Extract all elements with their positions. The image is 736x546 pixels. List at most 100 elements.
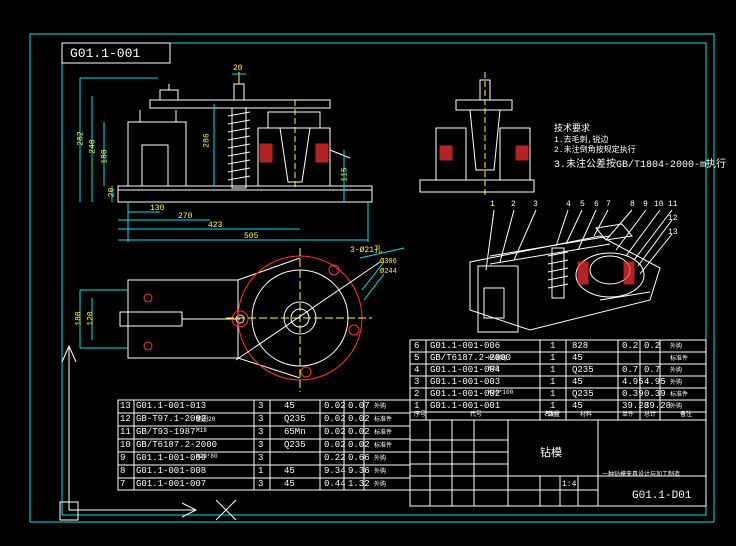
bom-left-row-5-remark: 外购 [374, 468, 387, 475]
bom-right-header-5: 单件 [622, 411, 635, 418]
balloon-10: 10 [654, 200, 664, 209]
bom-right-row-4-total: 0.39 [644, 389, 666, 399]
tech-req-item-2: 2.未注倒角按规定执行 [554, 146, 636, 155]
bom-right-row-4-material: Q235 [572, 389, 594, 399]
bom-right-row-4-name: M20*100 [488, 389, 514, 396]
bom-right-row-0-qty: 1 [550, 341, 556, 351]
bom-right-row-0-total: 0.2 [644, 341, 661, 351]
balloon-8: 8 [630, 200, 635, 209]
bom-left-row-6-material: 45 [284, 479, 295, 489]
bom-left-row-1-no: 12 [120, 414, 131, 424]
dim-423: 423 [208, 221, 223, 230]
dim-286: 286 [202, 133, 212, 148]
bom-right-row-1-no: 5 [414, 353, 420, 363]
dim-115: 115 [340, 167, 350, 182]
bom-right-row-4-no: 2 [414, 389, 420, 399]
bom-left-row-6-total: 1.32 [348, 479, 370, 489]
bom-left-row-1-name: 垫圈20 [196, 416, 216, 423]
bom-left-row-0-no: 13 [120, 401, 131, 411]
balloon-2: 2 [511, 200, 516, 209]
title-block-name: 钻模 [540, 448, 562, 460]
bom-left-row-1-remark: 标准件 [374, 416, 393, 423]
bom-right-row-0-unit: 0.2 [622, 341, 639, 351]
balloon-1: 1 [490, 200, 495, 209]
bom-right-header-0: 序号 [414, 411, 427, 418]
cad-drawing-canvas [0, 0, 736, 546]
balloon-3: 3 [533, 200, 538, 209]
bom-left-row-1-qty: 3 [258, 414, 264, 424]
bom-left-row-2-material: 65Mn [284, 427, 306, 437]
dim-505: 505 [244, 232, 259, 241]
bom-left-row-3-no: 10 [120, 440, 131, 450]
bom-right-row-2-remark: 外购 [670, 367, 683, 374]
balloon-11: 11 [668, 200, 678, 209]
bom-right-row-0-no: 6 [414, 341, 420, 351]
dim-plan-180: 180 [74, 311, 84, 326]
bom-right-row-3-material: 45 [572, 377, 583, 387]
bom-left-row-0-qty: 3 [258, 401, 264, 411]
bom-right-row-0-remark: 外购 [670, 343, 683, 350]
bom-left-row-2-remark: 标准件 [374, 429, 393, 436]
bom-left-row-4-name: M20*80 [196, 453, 218, 460]
bom-right-row-4-unit: 0.39 [622, 389, 644, 399]
bom-left-row-4-total: 0.66 [348, 453, 370, 463]
bom-left-row-2-code: GB/T93-1987 [136, 427, 196, 437]
bom-left-row-5-unit: 9.34 [324, 466, 346, 476]
balloon-6: 6 [594, 200, 599, 209]
bom-right-row-2-no: 4 [414, 365, 420, 375]
balloon-5: 5 [580, 200, 585, 209]
bom-left-row-3-qty: 3 [258, 440, 264, 450]
drawing-number: G01.1-001 [70, 46, 141, 61]
bom-left-row-0-unit: 0.02 [324, 401, 346, 411]
bom-right-row-3-qty: 1 [550, 377, 556, 387]
bom-left-row-5-total: 9.36 [348, 466, 370, 476]
bom-left-row-3-unit: 0.02 [324, 440, 346, 450]
balloon-7: 7 [606, 200, 611, 209]
bom-left-row-3-total: 0.02 [348, 440, 370, 450]
bom-right-row-3-code: G01.1-001-003 [430, 377, 501, 387]
bom-left-row-2-unit: 0.02 [324, 427, 346, 437]
dim-240: 240 [88, 139, 98, 154]
bom-left-row-4-qty: 3 [258, 453, 264, 463]
bom-right-header-3: 数量 [548, 411, 561, 418]
balloon-9: 9 [643, 200, 648, 209]
title-block-subtitle: 一种钻模夹具设计与加工制造 [602, 471, 681, 478]
bom-right-row-3-no: 3 [414, 377, 420, 387]
dim-20: 20 [107, 187, 117, 198]
balloon-4: 4 [566, 200, 571, 209]
dim-front-top: 20 [233, 64, 243, 73]
bom-left-row-0-material: 45 [284, 401, 295, 411]
bom-right-row-1-material: 45 [572, 353, 583, 363]
dim-plan-d306: Ø306 [380, 258, 397, 266]
bom-left-row-3-remark: 标准件 [374, 442, 393, 449]
bom-left-row-6-qty: 3 [258, 479, 264, 489]
bom-left-row-5-code: G01.1-001-008 [136, 466, 207, 476]
bom-left-row-5-no: 8 [120, 466, 126, 476]
dim-180: 180 [100, 149, 110, 164]
bom-right-row-5-code: G01.1-001-001 [430, 401, 501, 411]
bom-left-row-5-qty: 1 [258, 466, 264, 476]
bom-right-row-1-remark: 标准件 [670, 355, 689, 362]
bom-right-row-3-unit: 4.95 [622, 377, 644, 387]
bom-right-row-2-material: Q235 [572, 365, 594, 375]
bom-right-row-0-material: 828 [572, 341, 589, 351]
dim-282: 282 [76, 131, 86, 146]
bom-left-row-2-name: M18 [196, 427, 207, 434]
bom-right-row-2-unit: 0.7 [622, 365, 639, 375]
bom-right-header-1: 代号 [470, 411, 483, 418]
bom-right-row-3-total: 4.95 [644, 377, 666, 387]
tech-req-item-3: 3.未注公差按GB/T1804-2000-m执行 [554, 160, 727, 171]
bom-left-row-1-total: 0.02 [348, 414, 370, 424]
balloon-12: 12 [668, 214, 678, 223]
bom-left-row-4-no: 9 [120, 453, 126, 463]
bom-right-row-1-name: M5螺母 [488, 355, 508, 362]
dim-270: 270 [178, 212, 193, 221]
bom-left-row-4-unit: 0.22 [324, 453, 346, 463]
bom-right-row-2-total: 0.7 [644, 365, 661, 375]
bom-left-row-0-total: 0.07 [348, 401, 370, 411]
bom-left-row-2-qty: 3 [258, 427, 264, 437]
bom-right-row-4-remark: 标准件 [670, 391, 689, 398]
bom-left-row-6-no: 7 [120, 479, 126, 489]
bom-left-row-2-total: 0.02 [348, 427, 370, 437]
dim-plan-d244: Ø244 [380, 268, 397, 276]
